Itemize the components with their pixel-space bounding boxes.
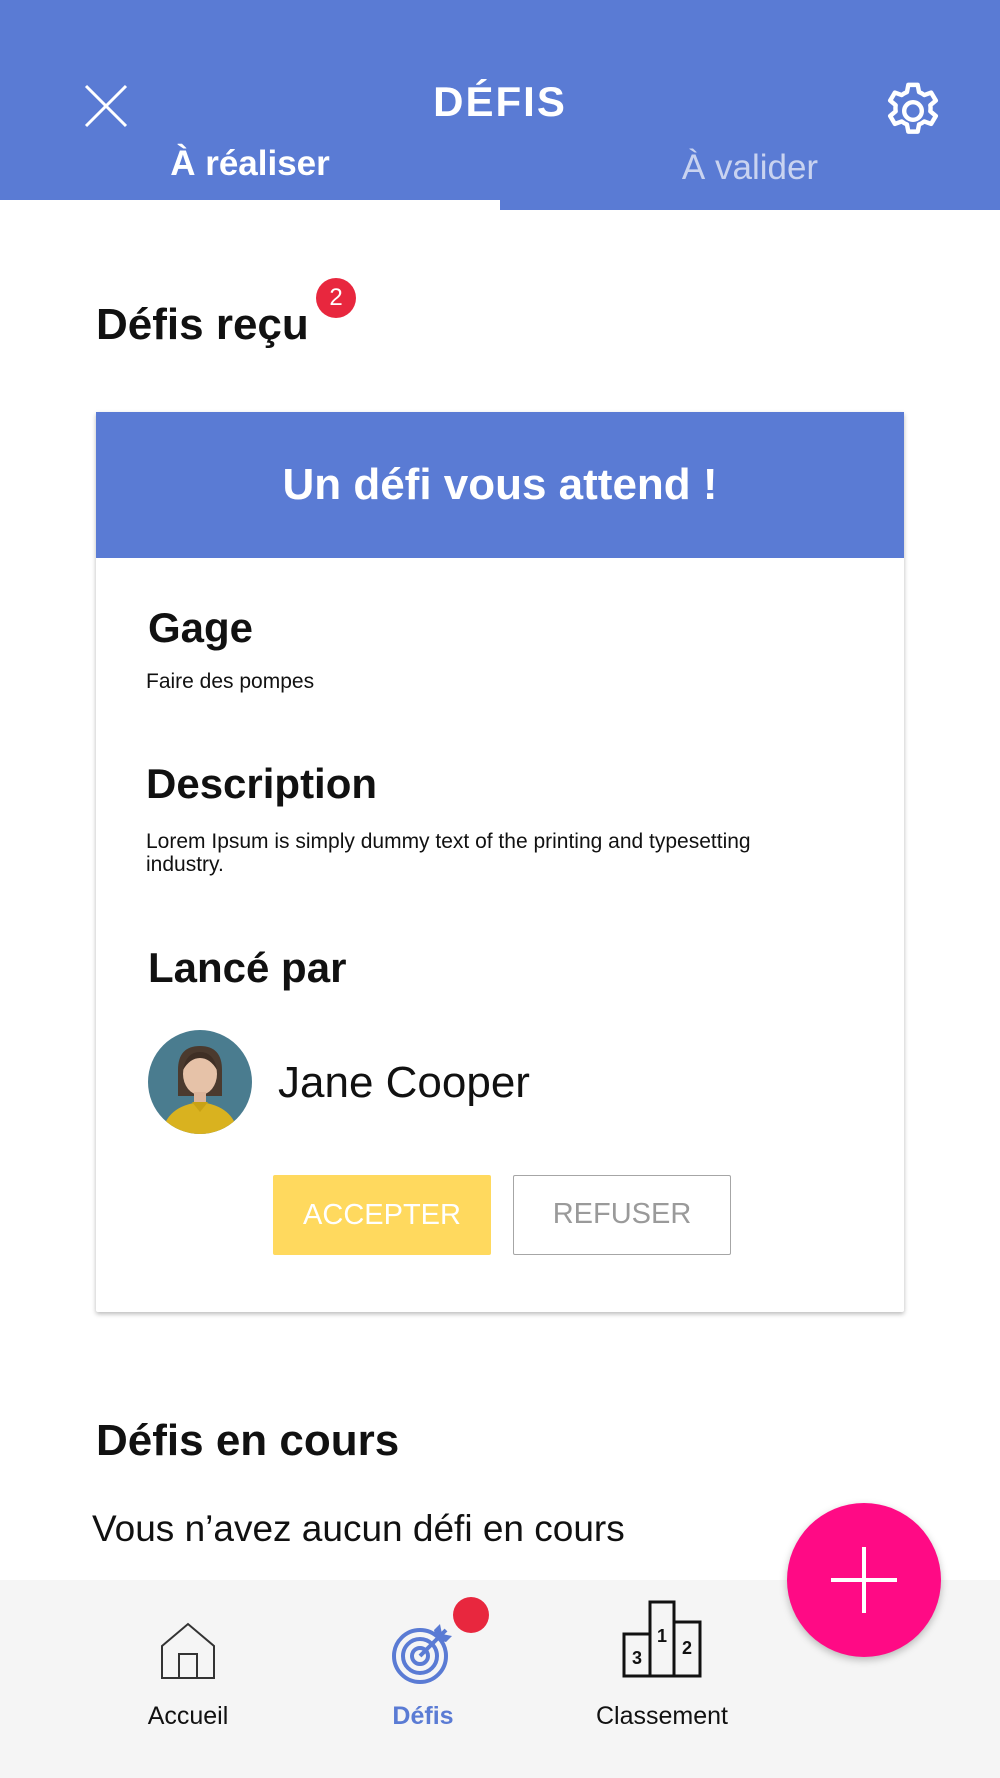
refuse-button[interactable]: REFUSER bbox=[513, 1175, 731, 1255]
nav-label-classement: Classement bbox=[596, 1702, 728, 1730]
page-title: DÉFIS bbox=[433, 78, 567, 125]
active-tab-indicator bbox=[0, 200, 500, 210]
description-text: Lorem Ipsum is simply dummy text of the … bbox=[146, 830, 751, 876]
plus-icon bbox=[831, 1547, 897, 1613]
defis-notification-dot bbox=[453, 1597, 489, 1633]
add-challenge-button[interactable] bbox=[787, 1503, 941, 1657]
nav-item-defis[interactable]: Défis bbox=[303, 1580, 543, 1778]
ongoing-empty-text: Vous n’avez aucun défi en cours bbox=[92, 1508, 625, 1549]
nav-label-accueil: Accueil bbox=[147, 1702, 229, 1730]
svg-text:1: 1 bbox=[657, 1626, 667, 1646]
target-icon bbox=[392, 1624, 452, 1684]
launched-by-heading: Lancé par bbox=[148, 944, 347, 991]
gage-text: Faire des pompes bbox=[146, 670, 315, 693]
settings-button[interactable] bbox=[880, 78, 946, 144]
nav-item-classement[interactable]: 3 1 2 Classement bbox=[542, 1580, 782, 1778]
tab-a-valider[interactable]: À valider bbox=[500, 140, 1000, 210]
author-name: Jane Cooper bbox=[278, 1058, 530, 1107]
received-section-title: Défis reçu bbox=[96, 300, 309, 349]
avatar bbox=[148, 1030, 252, 1134]
card-banner: Un défi vous attend ! bbox=[96, 412, 904, 558]
nav-item-accueil[interactable]: Accueil bbox=[68, 1580, 308, 1778]
svg-text:3: 3 bbox=[632, 1648, 642, 1668]
home-icon bbox=[161, 1622, 215, 1679]
received-count-badge: 2 bbox=[316, 278, 356, 318]
podium-icon: 3 1 2 bbox=[622, 1600, 702, 1678]
svg-text:2: 2 bbox=[682, 1638, 692, 1658]
gage-heading: Gage bbox=[148, 604, 254, 651]
defis-screen: DÉFIS À réaliser À valider Défis reçu 2 … bbox=[0, 0, 1000, 1778]
app-header: DÉFIS À réaliser À valider bbox=[0, 0, 1000, 210]
description-heading: Description bbox=[146, 760, 378, 807]
accept-button[interactable]: ACCEPTER bbox=[273, 1175, 491, 1255]
challenge-card: Un défi vous attend ! Gage Faire des pom… bbox=[96, 412, 904, 1312]
nav-label-defis: Défis bbox=[392, 1702, 454, 1730]
ongoing-section-title: Défis en cours bbox=[96, 1416, 400, 1465]
gear-icon bbox=[887, 82, 939, 134]
